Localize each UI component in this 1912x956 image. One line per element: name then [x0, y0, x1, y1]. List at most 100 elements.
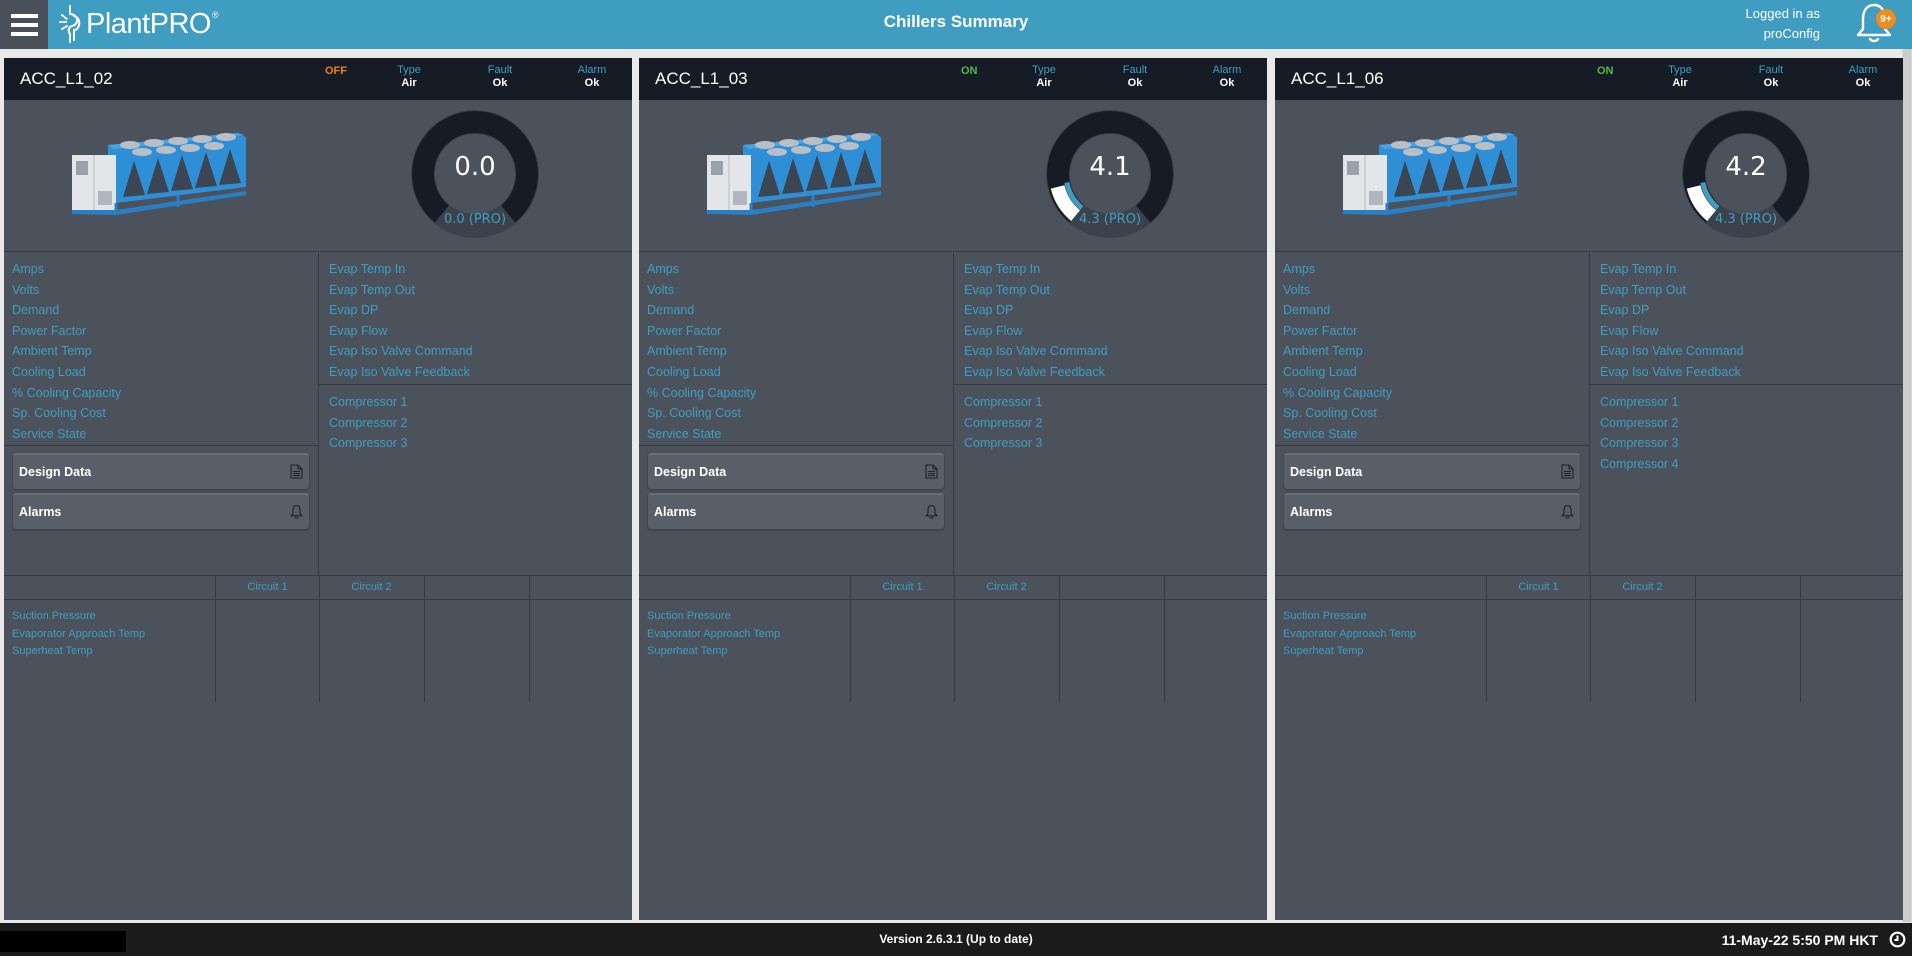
fault-stat: Fault Ok: [1112, 64, 1158, 90]
clock-icon[interactable]: [1889, 931, 1906, 948]
metric-link[interactable]: Evap DP: [329, 300, 473, 321]
metric-link[interactable]: Ambient Temp: [1283, 341, 1392, 362]
alarms-panel-button[interactable]: Alarms: [1284, 493, 1580, 529]
metric-link[interactable]: Ambient Temp: [647, 341, 756, 362]
design-data-panel-button[interactable]: Design Data: [1284, 453, 1580, 489]
metric-link[interactable]: Cooling Load: [12, 362, 121, 383]
circuit-column-header: [424, 576, 529, 600]
compressor-link[interactable]: Compressor 4: [1600, 454, 1679, 475]
metric-link[interactable]: Evap DP: [1600, 300, 1744, 321]
metric-link[interactable]: % Cooling Capacity: [1283, 383, 1392, 404]
compressor-link[interactable]: Compressor 3: [1600, 433, 1679, 454]
metric-link[interactable]: % Cooling Capacity: [12, 383, 121, 404]
metric-link[interactable]: Cooling Load: [1283, 362, 1392, 383]
design-data-panel-button[interactable]: Design Data: [13, 453, 309, 489]
compressor-link[interactable]: Compressor 2: [1600, 413, 1679, 434]
circuit-column-header: Circuit 1: [882, 581, 923, 593]
metric-link[interactable]: Volts: [12, 280, 121, 301]
type-value: Air: [401, 77, 417, 89]
compressor-link[interactable]: Compressor 2: [964, 413, 1043, 434]
metric-link[interactable]: Volts: [1283, 280, 1392, 301]
metric-link[interactable]: Evap Flow: [964, 321, 1108, 342]
metric-link[interactable]: Power Factor: [12, 321, 121, 342]
metric-link[interactable]: Cooling Load: [647, 362, 756, 383]
circuit-row-label[interactable]: Suction Pressure: [1283, 608, 1416, 626]
page-scrollbar[interactable]: [1902, 49, 1912, 922]
metric-link[interactable]: Power Factor: [1283, 321, 1392, 342]
metric-link[interactable]: Evap Temp Out: [1600, 280, 1744, 301]
chiller-name[interactable]: ACC_L1_03: [655, 69, 748, 89]
document-icon: [925, 464, 938, 479]
compressor-link[interactable]: Compressor 1: [964, 392, 1043, 413]
circuit-row-label[interactable]: Suction Pressure: [12, 608, 145, 626]
compressor-link[interactable]: Compressor 3: [329, 433, 408, 454]
metric-link[interactable]: Evap Flow: [1600, 321, 1744, 342]
metric-link[interactable]: Service State: [12, 424, 121, 445]
metric-link[interactable]: Sp. Cooling Cost: [1283, 403, 1392, 424]
login-username[interactable]: proConfig: [1746, 24, 1820, 44]
metric-link[interactable]: Amps: [647, 259, 756, 280]
chiller-card: ACC_L1_06 ON Type Air Fault Ok Alarm Ok: [1275, 58, 1903, 920]
circuit-row-label[interactable]: Superheat Temp: [647, 643, 780, 661]
metric-link[interactable]: Evap Iso Valve Command: [329, 341, 473, 362]
metric-link[interactable]: Demand: [1283, 300, 1392, 321]
compressor-link[interactable]: Compressor 2: [329, 413, 408, 434]
metric-link[interactable]: Volts: [647, 280, 756, 301]
hamburger-menu-button[interactable]: [0, 0, 48, 49]
compressor-link[interactable]: Compressor 1: [1600, 392, 1679, 413]
metric-link[interactable]: Sp. Cooling Cost: [647, 403, 756, 424]
alarm-stat: Alarm Ok: [1840, 64, 1886, 90]
metric-link[interactable]: Evap Temp In: [1600, 259, 1744, 280]
metric-link[interactable]: Ambient Temp: [12, 341, 121, 362]
metric-link[interactable]: Amps: [12, 259, 121, 280]
circuit-row-label[interactable]: Suction Pressure: [647, 608, 780, 626]
circuit-row-label[interactable]: Superheat Temp: [1283, 643, 1416, 661]
fault-label: Fault: [1122, 64, 1148, 76]
metric-link[interactable]: Evap Iso Valve Feedback: [964, 362, 1108, 383]
metric-link[interactable]: Evap Iso Valve Feedback: [1600, 362, 1744, 383]
metric-link[interactable]: Power Factor: [647, 321, 756, 342]
datetime-text: 11-May-22 5:50 PM HKT: [1721, 932, 1878, 948]
efficiency-gauge[interactable]: 4.1 4.3 (PRO): [1044, 108, 1176, 240]
metric-link[interactable]: % Cooling Capacity: [647, 383, 756, 404]
efficiency-gauge[interactable]: 4.2 4.3 (PRO): [1680, 108, 1812, 240]
metric-link[interactable]: Evap Temp In: [329, 259, 473, 280]
metric-link[interactable]: Evap Temp In: [964, 259, 1108, 280]
metric-link[interactable]: Evap Iso Valve Command: [1600, 341, 1744, 362]
chiller-card: ACC_L1_02 OFF Type Air Fault Ok Alarm Ok: [4, 58, 632, 920]
design-data-panel-button[interactable]: Design Data: [648, 453, 944, 489]
alarm-label: Alarm: [1212, 64, 1242, 76]
metric-link[interactable]: Sp. Cooling Cost: [12, 403, 121, 424]
notifications-button[interactable]: 9+: [1852, 1, 1896, 45]
metric-link[interactable]: Evap Iso Valve Command: [964, 341, 1108, 362]
compressor-link[interactable]: Compressor 3: [964, 433, 1043, 454]
metric-link[interactable]: Evap Temp Out: [964, 280, 1108, 301]
chiller-name[interactable]: ACC_L1_06: [1291, 69, 1384, 89]
circuit-column-header: Circuit 2: [1622, 581, 1663, 593]
chiller-name[interactable]: ACC_L1_02: [20, 69, 113, 89]
alarm-value: Ok: [1855, 77, 1871, 89]
alarms-panel-button[interactable]: Alarms: [13, 493, 309, 529]
alarms-panel-button[interactable]: Alarms: [648, 493, 944, 529]
document-icon: [1561, 464, 1574, 479]
metric-link[interactable]: Service State: [647, 424, 756, 445]
metric-link[interactable]: Demand: [12, 300, 121, 321]
circuit-row-label[interactable]: Evaporator Approach Temp: [12, 626, 145, 644]
metric-link[interactable]: Evap Temp Out: [329, 280, 473, 301]
metric-link[interactable]: Demand: [647, 300, 756, 321]
divider: [4, 445, 318, 446]
gauge-pro-value: 4.3 (PRO): [1078, 212, 1142, 227]
bell-icon: [290, 504, 303, 519]
metric-link[interactable]: Service State: [1283, 424, 1392, 445]
plantpro-logo[interactable]: PlantPRO ®: [58, 4, 219, 44]
metric-link[interactable]: Evap DP: [964, 300, 1108, 321]
metric-link[interactable]: Evap Flow: [329, 321, 473, 342]
compressor-link[interactable]: Compressor 1: [329, 392, 408, 413]
scrollbar-thumb[interactable]: [1903, 49, 1911, 922]
metric-link[interactable]: Evap Iso Valve Feedback: [329, 362, 473, 383]
efficiency-gauge[interactable]: 0.0 0.0 (PRO): [409, 108, 541, 240]
circuit-row-label[interactable]: Evaporator Approach Temp: [647, 626, 780, 644]
metric-link[interactable]: Amps: [1283, 259, 1392, 280]
circuit-row-label[interactable]: Evaporator Approach Temp: [1283, 626, 1416, 644]
circuit-row-label[interactable]: Superheat Temp: [12, 643, 145, 661]
